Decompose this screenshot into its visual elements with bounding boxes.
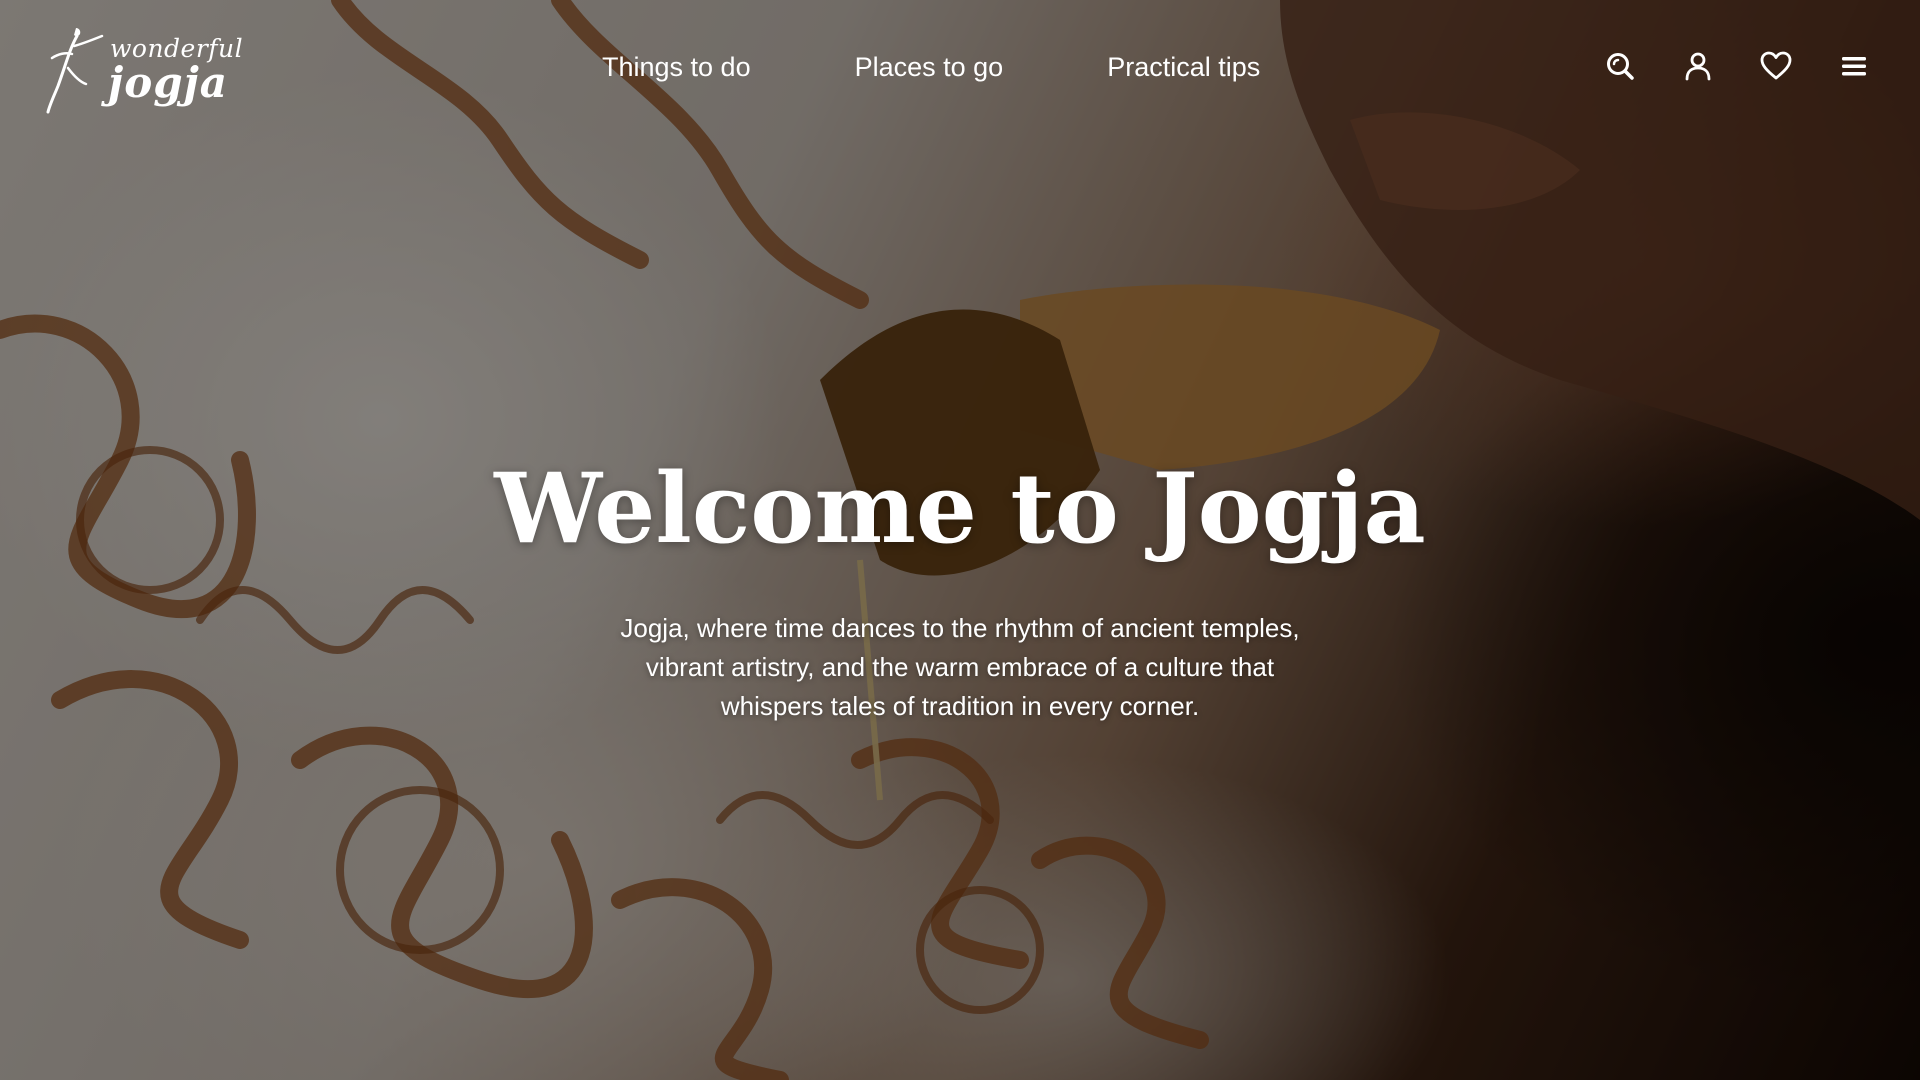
nav-link-things-to-do[interactable]: Things to do: [602, 52, 751, 83]
site-logo[interactable]: wonderful jogja: [46, 24, 246, 116]
main-navigation: Things to do Places to go Practical tips: [602, 52, 1260, 83]
favorites-button[interactable]: [1760, 50, 1792, 82]
search-button[interactable]: [1604, 50, 1636, 82]
header-actions: [1604, 50, 1870, 82]
hero-title: Welcome to Jogja: [494, 452, 1426, 565]
dancer-logo-icon: [46, 28, 104, 114]
nav-link-places-to-go[interactable]: Places to go: [855, 52, 1004, 83]
search-icon: [1607, 53, 1634, 80]
hero-section: wonderful jogja Things to do Places to g…: [0, 0, 1920, 1080]
hero-subtitle: Jogja, where time dances to the rhythm o…: [620, 613, 1300, 721]
heart-icon: [1760, 51, 1792, 80]
nav-link-practical-tips[interactable]: Practical tips: [1107, 52, 1260, 83]
hero-content: Welcome to Jogja Jogja, where time dance…: [0, 452, 1920, 726]
menu-button[interactable]: [1838, 50, 1870, 82]
account-button[interactable]: [1682, 50, 1714, 82]
logo-wordmark-bottom: jogja: [108, 58, 228, 107]
user-icon: [1685, 52, 1711, 81]
site-header: wonderful jogja Things to do Places to g…: [0, 0, 1920, 140]
menu-icon: [1842, 57, 1866, 76]
